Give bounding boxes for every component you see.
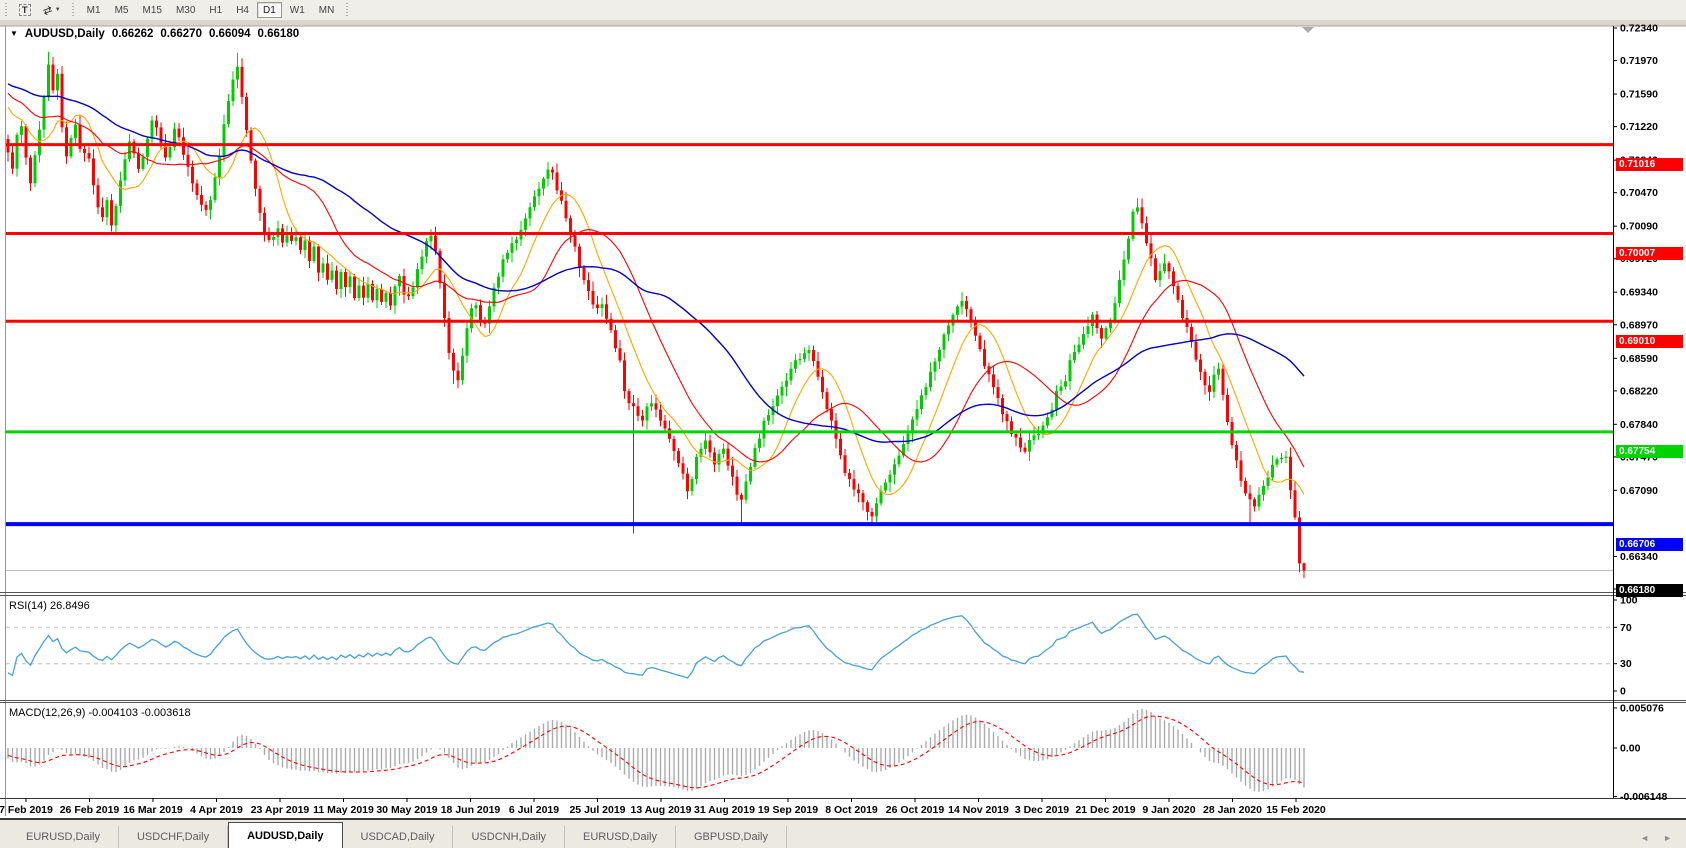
- svg-text:4 Apr 2019: 4 Apr 2019: [190, 804, 243, 816]
- ohlc-low: 0.66094: [209, 28, 251, 40]
- support-price-badge: 0.67754: [1616, 445, 1683, 458]
- svg-text:0.72340: 0.72340: [1620, 23, 1658, 35]
- ohlc-open: 0.66262: [112, 28, 154, 40]
- ohlc-close: 0.66180: [258, 28, 300, 40]
- tab-scroll-buttons: ◄ ►: [1640, 834, 1672, 843]
- timeframe-button-mn[interactable]: MN: [313, 2, 341, 18]
- svg-text:30 May 2019: 30 May 2019: [376, 804, 437, 816]
- svg-text:15 Feb 2020: 15 Feb 2020: [1266, 804, 1326, 816]
- svg-text:0.68970: 0.68970: [1620, 319, 1658, 331]
- text-tool-button[interactable]: T: [14, 2, 36, 18]
- top-toolbar: T ⇄ ▼ M1M5M15M30H1H4D1W1MN: [0, 0, 1686, 21]
- support-price-badge: 0.66706: [1616, 538, 1683, 551]
- tab-audusd-daily[interactable]: AUDUSD,Daily: [228, 822, 342, 848]
- chart-window[interactable]: 0.723400.719700.715900.712200.708400.704…: [0, 20, 1686, 818]
- svg-text:0.71590: 0.71590: [1620, 89, 1658, 101]
- current-price-badge: 0.66180: [1616, 584, 1683, 597]
- svg-text:18 Jun 2019: 18 Jun 2019: [441, 804, 501, 816]
- svg-text:11 May 2019: 11 May 2019: [313, 804, 374, 816]
- tab-usdcad-daily[interactable]: USDCAD,Daily: [343, 826, 454, 848]
- timeframe-button-m5[interactable]: M5: [109, 2, 135, 18]
- resistance-price-badge: 0.69010: [1616, 335, 1683, 348]
- timeframe-button-m15[interactable]: M15: [136, 2, 167, 18]
- symbol-tabs: EURUSD,DailyUSDCHF,DailyAUDUSD,DailyUSDC…: [0, 822, 787, 848]
- svg-text:0.71220: 0.71220: [1620, 121, 1658, 133]
- toolbar-grip: [4, 3, 9, 17]
- price-chart-canvas[interactable]: 0.723400.719700.715900.712200.708400.704…: [0, 20, 1686, 818]
- expand-arrow-icon[interactable]: ▼: [10, 29, 18, 41]
- svg-text:-0.006148: -0.006148: [1620, 791, 1667, 803]
- chevron-down-icon: ▼: [55, 7, 61, 13]
- svg-text:0: 0: [1620, 686, 1626, 698]
- tab-eurusd-daily[interactable]: EURUSD,Daily: [565, 826, 676, 848]
- tab-usdchf-daily[interactable]: USDCHF,Daily: [119, 826, 228, 848]
- timeframe-button-d1[interactable]: D1: [257, 2, 282, 18]
- timeframe-toolbar: M1M5M15M30H1H4D1W1MN: [80, 0, 342, 20]
- rsi-indicator-label: RSI(14) 26.8496: [9, 600, 90, 612]
- svg-text:0.70470: 0.70470: [1620, 187, 1658, 199]
- svg-text:30: 30: [1620, 658, 1632, 670]
- svg-text:0.67840: 0.67840: [1620, 419, 1658, 431]
- svg-text:0.70090: 0.70090: [1620, 221, 1658, 233]
- symbol-tab-bar: EURUSD,DailyUSDCHF,DailyAUDUSD,DailyUSDC…: [0, 818, 1686, 848]
- svg-text:9 Jan 2020: 9 Jan 2020: [1142, 804, 1195, 816]
- svg-text:23 Apr 2019: 23 Apr 2019: [251, 804, 310, 816]
- text-tool-icon: T: [19, 4, 31, 16]
- tab-eurusd-daily[interactable]: EURUSD,Daily: [8, 826, 119, 848]
- svg-text:0.71970: 0.71970: [1620, 55, 1658, 67]
- toolbar-grip: [71, 3, 76, 17]
- svg-text:6 Jul 2019: 6 Jul 2019: [509, 804, 559, 816]
- svg-text:28 Jan 2020: 28 Jan 2020: [1203, 804, 1262, 816]
- timeframe-button-m1[interactable]: M1: [81, 2, 107, 18]
- svg-text:26 Oct 2019: 26 Oct 2019: [886, 804, 945, 816]
- svg-text:13 Aug 2019: 13 Aug 2019: [631, 804, 692, 816]
- svg-text:21 Dec 2019: 21 Dec 2019: [1075, 804, 1135, 816]
- svg-text:25 Jul 2019: 25 Jul 2019: [569, 804, 625, 816]
- resistance-price-badge: 0.70007: [1616, 247, 1683, 260]
- svg-text:0.69340: 0.69340: [1620, 287, 1658, 299]
- svg-text:0.68220: 0.68220: [1620, 385, 1658, 397]
- chart-style-button[interactable]: ⇄ ▼: [38, 2, 66, 18]
- chart-symbol-label: AUDUSD,Daily: [25, 28, 105, 40]
- svg-text:14 Nov 2019: 14 Nov 2019: [948, 804, 1009, 816]
- chart-title: ▼ AUDUSD,Daily 0.66262 0.66270 0.66094 0.6618…: [10, 28, 299, 40]
- svg-text:31 Aug 2019: 31 Aug 2019: [694, 804, 755, 816]
- timeframe-button-h1[interactable]: H1: [203, 2, 228, 18]
- ohlc-high: 0.66270: [160, 28, 202, 40]
- tab-usdcnh-daily[interactable]: USDCNH,Daily: [453, 826, 565, 848]
- toolbar-grip: [345, 3, 350, 17]
- tab-gbpusd-daily[interactable]: GBPUSD,Daily: [676, 826, 787, 848]
- svg-text:70: 70: [1620, 622, 1632, 634]
- svg-text:3 Dec 2019: 3 Dec 2019: [1015, 804, 1069, 816]
- svg-text:8 Oct 2019: 8 Oct 2019: [825, 804, 878, 816]
- arrange-icon: ⇄: [41, 2, 54, 17]
- macd-indicator-label: MACD(12,26,9) -0.004103 -0.003618: [9, 707, 191, 719]
- tab-scroll-left-icon[interactable]: ◄: [1640, 834, 1649, 843]
- timeframe-button-h4[interactable]: H4: [230, 2, 255, 18]
- svg-text:19 Sep 2019: 19 Sep 2019: [758, 804, 818, 816]
- tab-scroll-right-icon[interactable]: ►: [1663, 834, 1672, 843]
- svg-text:16 Mar 2019: 16 Mar 2019: [123, 804, 183, 816]
- resistance-price-badge: 0.71016: [1616, 158, 1683, 171]
- svg-text:0.005076: 0.005076: [1620, 702, 1664, 714]
- svg-text:0.67090: 0.67090: [1620, 485, 1658, 497]
- timeframe-button-m30[interactable]: M30: [170, 2, 201, 18]
- svg-text:0.68590: 0.68590: [1620, 353, 1658, 365]
- svg-text:26 Feb 2019: 26 Feb 2019: [60, 804, 120, 816]
- timeframe-button-w1[interactable]: W1: [284, 2, 311, 18]
- svg-text:0.66340: 0.66340: [1620, 551, 1658, 563]
- svg-text:0.00: 0.00: [1620, 743, 1641, 755]
- svg-text:7 Feb 2019: 7 Feb 2019: [0, 804, 53, 816]
